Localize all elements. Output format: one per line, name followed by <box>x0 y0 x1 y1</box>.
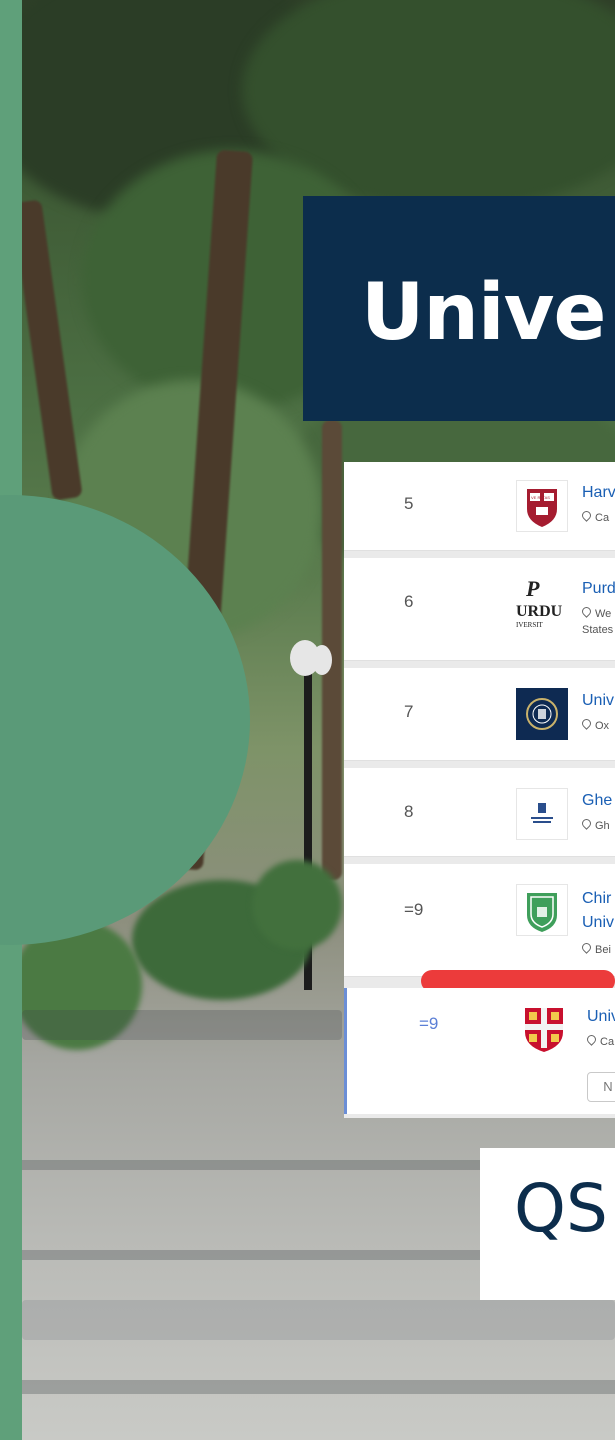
rank-value: =9 <box>404 900 424 919</box>
oxford-crest-icon <box>526 698 558 730</box>
purdue-p-icon: P URDU IVERSIT <box>516 576 563 629</box>
rank-value: =9 <box>419 1014 439 1033</box>
university-name-link[interactable]: Univ <box>587 1008 615 1026</box>
table-row-selected[interactable]: =9 Univ Ca N <box>344 988 615 1114</box>
university-logo <box>519 1004 571 1056</box>
svg-text:VE RI TAS: VE RI TAS <box>531 495 550 500</box>
table-row[interactable]: 8 Ghe Gh <box>344 768 615 857</box>
rank-value: 7 <box>404 702 414 721</box>
university-name-link[interactable]: Ghe <box>582 792 612 810</box>
location-pin-icon <box>580 605 593 618</box>
university-name-link[interactable]: Univ <box>582 692 614 710</box>
university-location: Gh <box>580 817 610 832</box>
rank-value: 6 <box>404 592 414 611</box>
more-button[interactable]: N <box>587 1072 615 1102</box>
table-row[interactable]: =9 Chir Univ Bei <box>344 864 615 977</box>
university-logo <box>516 788 568 840</box>
ghent-logo-icon <box>531 803 553 823</box>
location-pin-icon <box>580 817 593 830</box>
svg-text:URDU: URDU <box>516 603 563 620</box>
university-location: Ca <box>580 509 609 524</box>
university-name-link[interactable]: Harv <box>582 484 615 502</box>
qs-heading: QS <box>514 1170 608 1247</box>
screenshot-stage: Unive 5 VE RI TAS Harv Ca 6 P URDU IVERS… <box>0 0 615 1440</box>
university-name-link-line2[interactable]: Univ <box>582 914 614 932</box>
university-logo: P URDU IVERSIT <box>516 576 568 629</box>
rank-value: 8 <box>404 802 414 821</box>
university-logo <box>516 884 568 936</box>
cambridge-shield-icon <box>525 1008 563 1052</box>
table-row[interactable]: 5 VE RI TAS Harv Ca <box>344 462 615 551</box>
location-pin-icon <box>580 717 593 730</box>
location-pin-icon <box>585 1033 598 1046</box>
table-row[interactable]: 7 Univ Ox <box>344 668 615 761</box>
university-logo <box>516 688 568 740</box>
rank-value: 5 <box>404 494 414 513</box>
university-name-link[interactable]: Chir <box>582 890 611 908</box>
university-location: We <box>580 605 611 620</box>
location-pin-icon <box>580 941 593 954</box>
university-location: Ox <box>580 717 609 732</box>
university-name-link[interactable]: Purd <box>582 580 615 598</box>
svg-text:IVERSIT: IVERSIT <box>516 621 544 629</box>
qs-label-box: QS <box>480 1148 615 1300</box>
university-logo: VE RI TAS <box>516 480 568 532</box>
table-row[interactable]: 6 P URDU IVERSIT Purd We States <box>344 558 615 661</box>
university-location-line2: States <box>582 624 614 636</box>
title-banner: Unive <box>303 196 615 421</box>
location-pin-icon <box>580 509 593 522</box>
svg-text:P: P <box>525 576 540 601</box>
university-location: Bei <box>580 941 611 956</box>
china-agricultural-shield-icon <box>527 893 557 932</box>
university-location: Ca <box>585 1033 614 1048</box>
page-title: Unive <box>361 268 606 358</box>
harvard-shield-icon: VE RI TAS <box>527 489 557 527</box>
